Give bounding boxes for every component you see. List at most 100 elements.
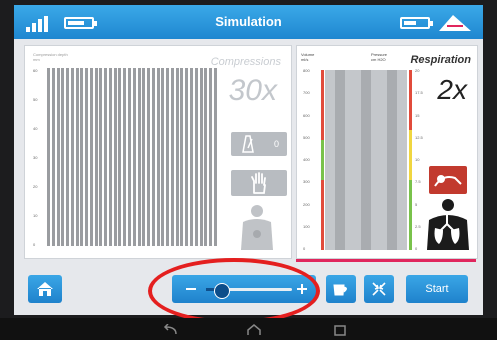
compression-bar: [104, 68, 108, 246]
compression-bar: [128, 68, 132, 246]
compression-bar: [85, 68, 89, 246]
volume-tick-label: 800: [303, 68, 310, 73]
volume-scale-ok: [321, 140, 324, 180]
volume-scale-high: [321, 70, 324, 140]
compression-bar: [51, 68, 55, 246]
recent-apps-icon[interactable]: [332, 324, 348, 336]
compression-bar: [56, 68, 60, 246]
pressure-tick-label: 17.5: [415, 90, 423, 96]
volume-tick-label: 300: [303, 179, 310, 185]
pressure-tick-label: 20: [415, 68, 420, 73]
compression-bar: [175, 68, 179, 246]
volume-tick-label: 600: [303, 112, 310, 118]
collapse-icon: [372, 282, 386, 296]
sound-button[interactable]: [326, 275, 356, 303]
back-icon[interactable]: [162, 324, 178, 336]
pressure-tick-label: 15: [415, 112, 420, 118]
head-tilt-icon: [434, 175, 462, 187]
volume-tick-label: 700: [303, 90, 310, 96]
compression-depth-unit: mm: [33, 57, 40, 62]
respiration-title: Respiration: [410, 54, 471, 66]
compression-bar: [132, 68, 136, 246]
pressure-tick-label: 12.5: [415, 134, 423, 140]
compression-bar: [137, 68, 141, 246]
compression-tick-label: 10: [33, 213, 38, 218]
compression-bar: [118, 68, 122, 246]
compression-tick-label: 50: [33, 97, 38, 102]
home-icon: [37, 282, 53, 296]
head-tilt-warning-button[interactable]: [429, 166, 467, 194]
compression-bar: [66, 68, 70, 246]
compression-bar: [194, 68, 198, 246]
compression-bar: [61, 68, 65, 246]
pressure-scale-mid: [409, 130, 412, 180]
compression-tick-label: 40: [33, 126, 38, 131]
device-battery-icon: [400, 17, 433, 29]
compression-bar: [113, 68, 117, 246]
compression-bar: [94, 68, 98, 246]
compression-bar: [156, 68, 160, 246]
volume-tick-label: 100: [303, 223, 310, 229]
pressure-scale-high: [409, 70, 412, 130]
compression-bar: [161, 68, 165, 246]
metronome-icon: [242, 135, 254, 153]
compression-bar: [199, 68, 203, 246]
compression-tick-label: 60: [33, 68, 38, 73]
compressions-rate: 30x: [228, 74, 277, 107]
brand-logo-icon: [439, 15, 471, 31]
volume-tick-label: 500: [303, 134, 310, 140]
pressure-tick-label: 10: [415, 157, 420, 162]
volume-unit: ml/s: [301, 57, 309, 62]
hand-icon: [251, 172, 266, 194]
pressure-tick-label: 7.5: [415, 179, 421, 185]
compression-bar: [189, 68, 193, 246]
pressure-scale-ok: [409, 180, 412, 250]
metronome-button[interactable]: 0: [231, 132, 287, 156]
compression-bar: [147, 68, 151, 246]
cup-icon: [333, 284, 347, 296]
fullscreen-button[interactable]: [364, 275, 394, 303]
pressure-tick-label: 0: [415, 246, 418, 251]
compression-bar: [209, 68, 213, 246]
top-bar: Simulation: [14, 5, 483, 39]
chest-torso-icon: [241, 205, 273, 250]
compression-bar: [108, 68, 112, 246]
start-button[interactable]: Start: [406, 275, 468, 303]
nav-home-icon[interactable]: [246, 324, 262, 336]
compression-bar: [180, 68, 184, 246]
compressions-title: Compressions: [210, 56, 281, 68]
hand-position-button[interactable]: [231, 170, 287, 196]
pressure-unit: cm H2O: [371, 57, 386, 62]
compressions-panel: Compression depth mm 60 50 40 30 20 10 0 Compr…: [24, 45, 292, 259]
compression-bar: [185, 68, 189, 246]
compression-tick-label: 20: [33, 184, 38, 189]
compression-bar: [99, 68, 103, 246]
system-nav-bar: [0, 318, 497, 340]
compression-bar: [151, 68, 155, 246]
compression-bar: [166, 68, 170, 246]
compression-bar: [89, 68, 93, 246]
compression-bar: [213, 68, 217, 246]
volume-tick-label: 0: [303, 246, 306, 251]
compression-tick-label: 30: [33, 155, 38, 160]
respiration-rate: 2x: [437, 74, 467, 105]
compression-bar: [80, 68, 84, 246]
lungs-airway-icon: [427, 199, 469, 250]
metronome-value: 0: [273, 139, 279, 149]
compression-bar: [204, 68, 208, 246]
ventilation-chart: [325, 70, 407, 250]
pressure-tick-label: 5: [415, 201, 418, 207]
home-button[interactable]: [28, 275, 62, 303]
status-strip: [296, 259, 476, 262]
compression-bar: [75, 68, 79, 246]
respiration-panel: Volume ml/s Pressure cm H2O 800 700 600 500…: [296, 45, 478, 259]
compression-tick-label: 0: [33, 242, 36, 247]
compression-bar: [123, 68, 127, 246]
volume-tick-label: 200: [303, 201, 310, 207]
volume-tick-label: 400: [303, 157, 310, 162]
compression-bar: [70, 68, 74, 246]
pressure-tick-label: 2.5: [415, 223, 421, 229]
compression-bars: [47, 68, 217, 246]
compression-bar: [47, 68, 50, 246]
compression-bar: [170, 68, 174, 246]
